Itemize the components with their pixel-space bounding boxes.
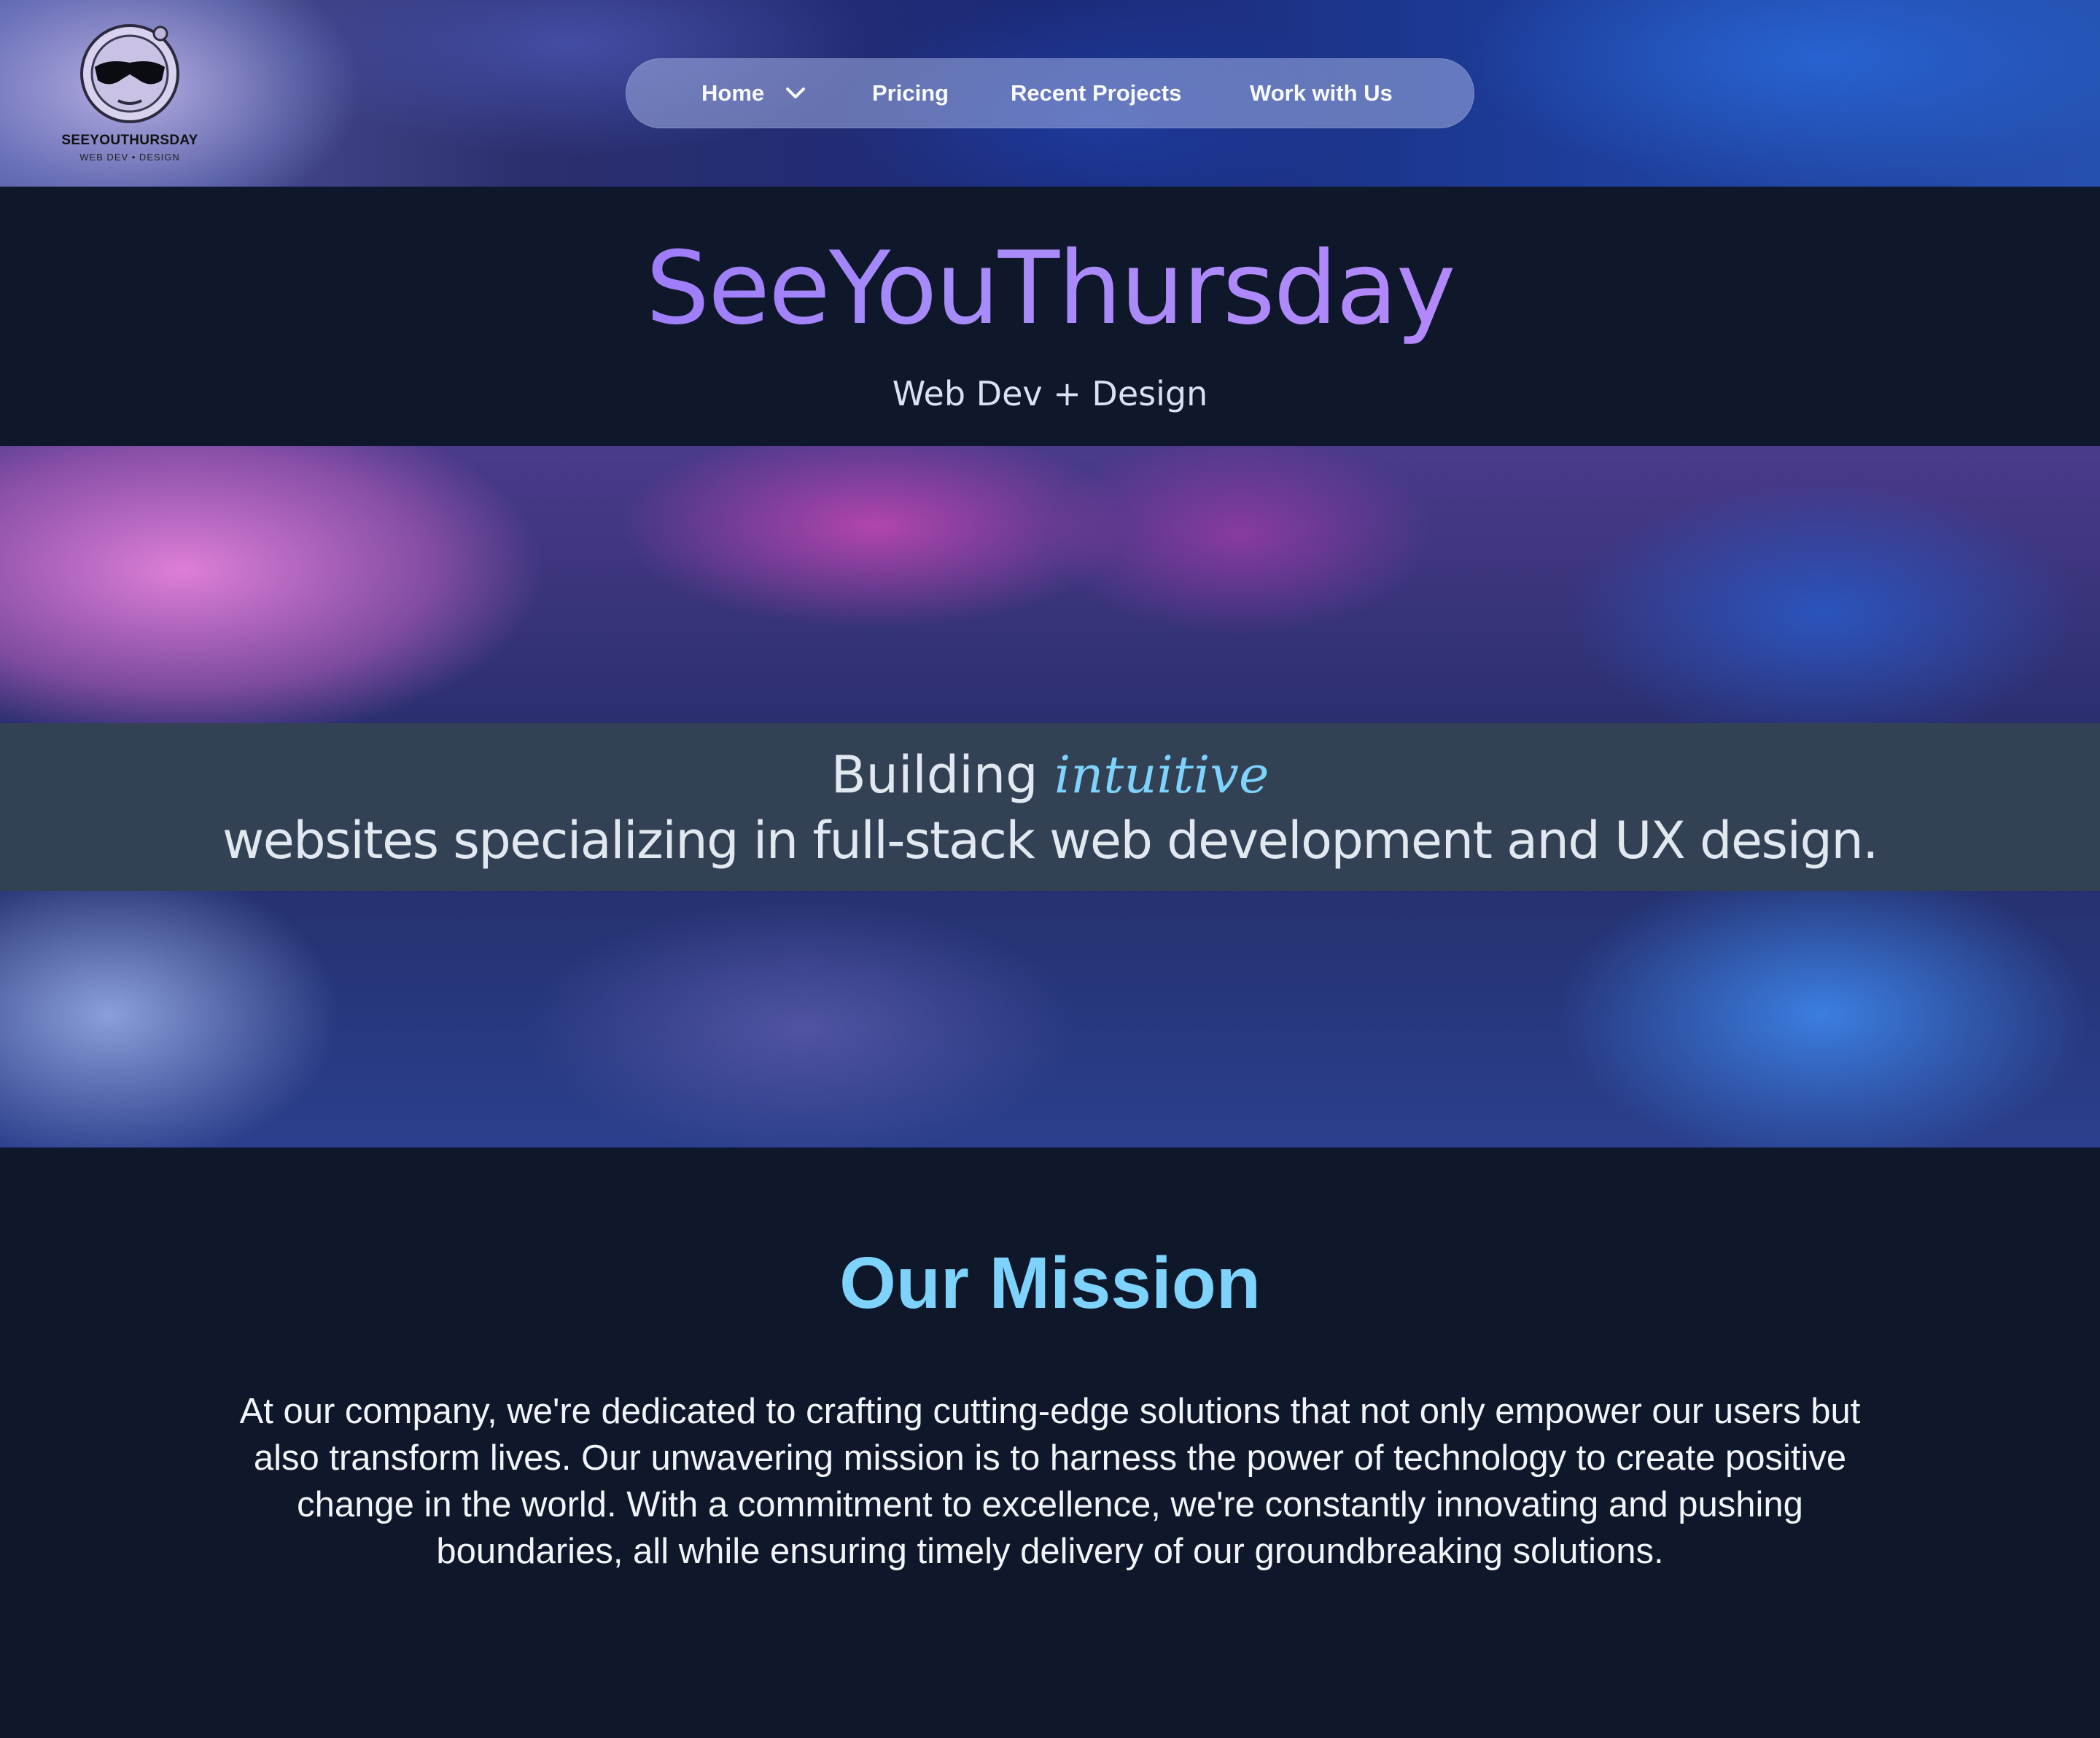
main-nav: Home Pricing Recent Projects Work with U… xyxy=(626,58,1474,128)
tagline-line-1: Building intuitive xyxy=(0,742,2100,808)
tagline-line-2: websites specializing in full-stack web … xyxy=(222,811,1879,870)
nav-item-label: Recent Projects xyxy=(1011,80,1182,106)
site-header: SEEYOUTHURSDAY WEB DEV • DESIGN Home Pri… xyxy=(0,0,2100,187)
nav-item-label: Work with Us xyxy=(1250,80,1393,106)
nav-item-work-with-us[interactable]: Work with Us xyxy=(1250,58,1393,128)
brand-logo[interactable]: SEEYOUTHURSDAY WEB DEV • DESIGN xyxy=(57,19,203,172)
logo-title: SEEYOUTHURSDAY xyxy=(61,133,198,148)
nav-item-home[interactable]: Home xyxy=(701,58,764,128)
tagline-prefix: Building xyxy=(831,745,1038,805)
site-subtitle: Web Dev + Design xyxy=(892,374,1208,413)
tagline-emphasis: intuitive xyxy=(1054,745,1269,805)
logo-subtitle: WEB DEV • DESIGN xyxy=(79,152,180,163)
nav-item-label: Pricing xyxy=(872,80,949,106)
nav-item-recent-projects[interactable]: Recent Projects xyxy=(1011,58,1181,128)
nav-item-pricing[interactable]: Pricing xyxy=(872,58,949,128)
mission-body: At our company, we're dedicated to craft… xyxy=(239,1392,1861,1571)
astronaut-logo-icon xyxy=(80,24,179,123)
nav-item-label: Home xyxy=(701,80,765,106)
chevron-down-icon[interactable] xyxy=(785,85,806,102)
site-title: SeeYouThursday xyxy=(0,230,2100,347)
mission-heading: Our Mission xyxy=(839,1242,1261,1324)
